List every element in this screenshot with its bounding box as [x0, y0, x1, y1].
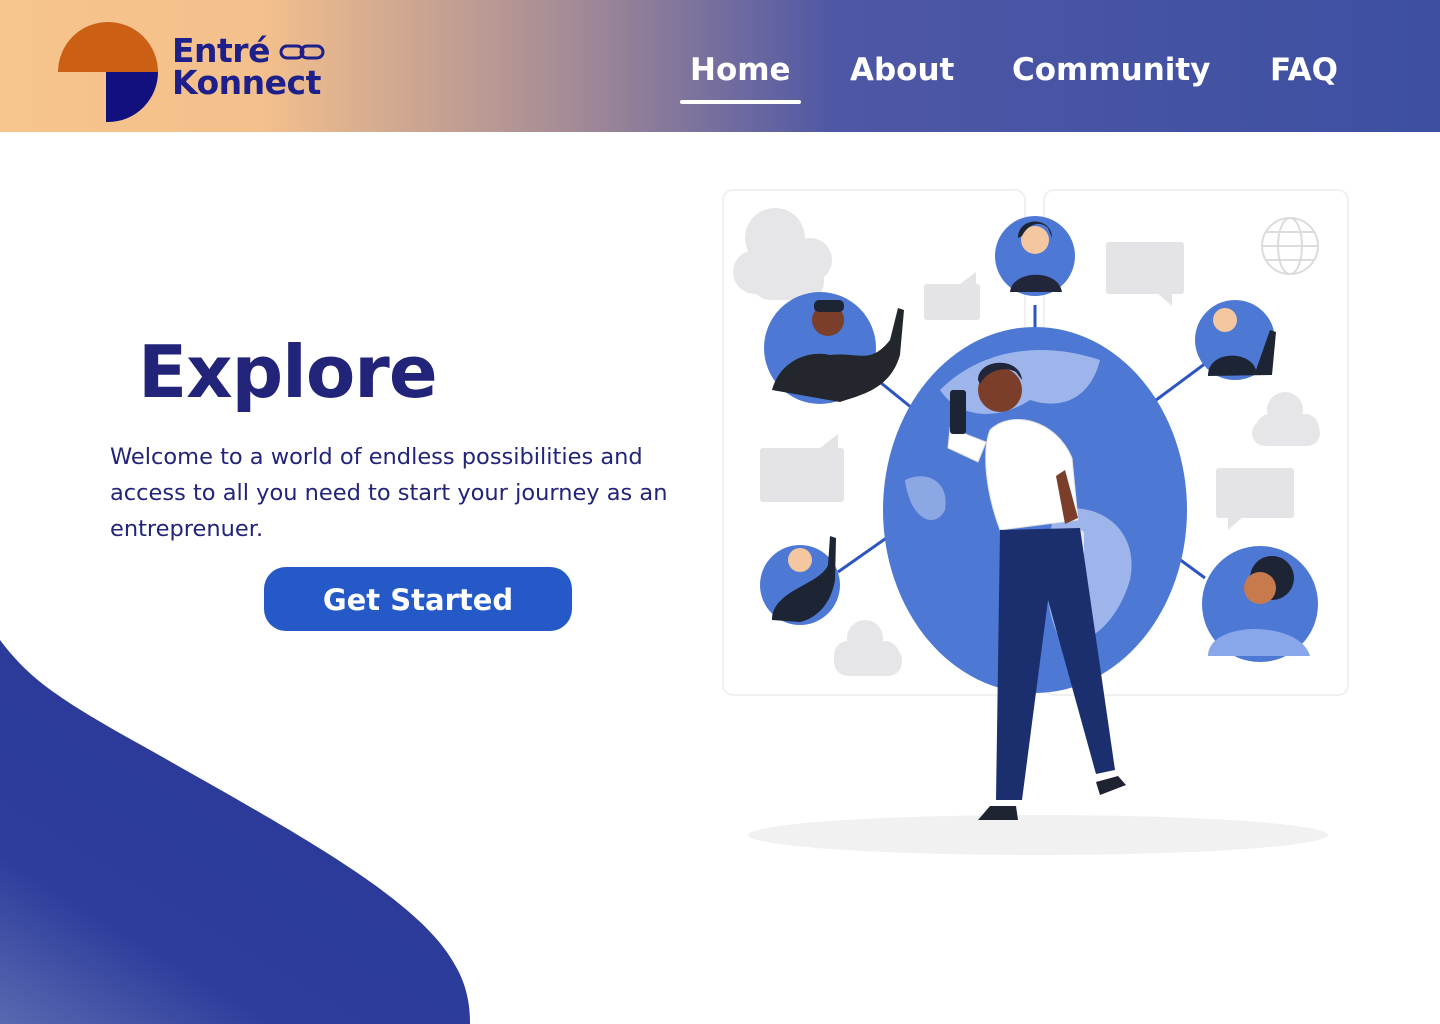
nav-community[interactable]: Community: [1012, 50, 1210, 94]
site-header: Entré Konnect Home About Community FAQ: [0, 0, 1440, 132]
get-started-button[interactable]: Get Started: [264, 567, 572, 631]
hero-description: Welcome to a world of endless possibilit…: [110, 443, 668, 542]
globe-outline-icon: [1261, 217, 1319, 275]
hero-title: Explore: [138, 330, 438, 415]
nav-home[interactable]: Home: [680, 50, 801, 104]
nav-faq[interactable]: FAQ: [1270, 50, 1338, 94]
global-network-illustration: [722, 189, 1349, 855]
decorative-wave: [0, 640, 470, 1024]
main-nav: Home About Community FAQ: [0, 50, 1440, 110]
nav-about[interactable]: About: [850, 50, 954, 94]
